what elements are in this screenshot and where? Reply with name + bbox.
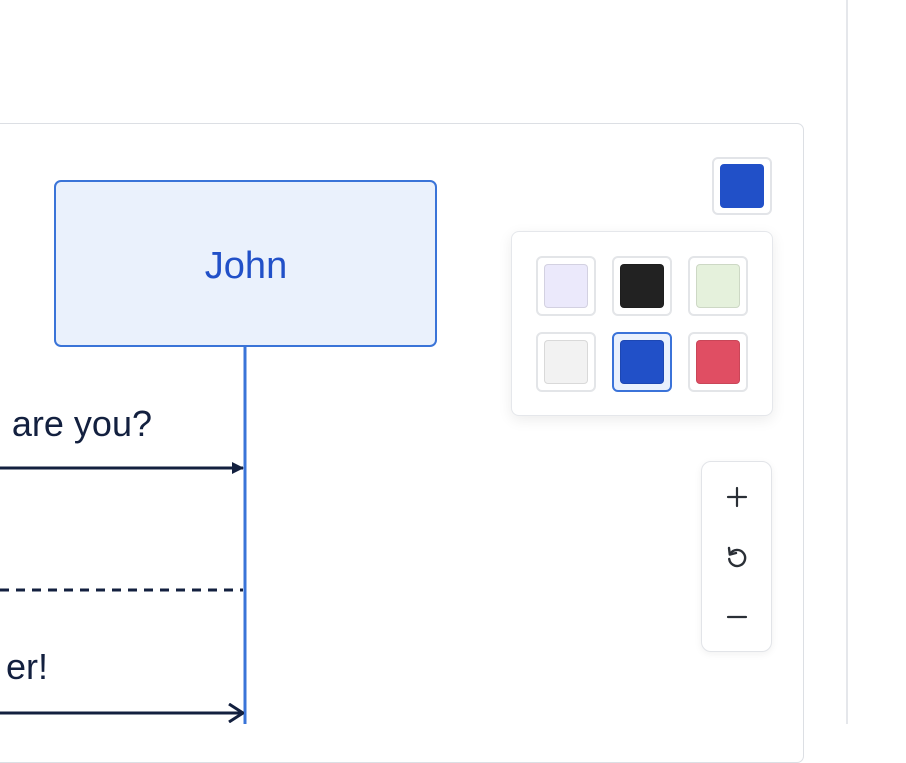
- color-palette: [511, 231, 773, 416]
- swatch-chip: [544, 340, 588, 384]
- reset-zoom-button[interactable]: [712, 532, 762, 582]
- current-color-chip: [720, 164, 764, 208]
- message-2-label: er!: [6, 646, 48, 687]
- message-1-label: are you?: [12, 403, 152, 444]
- zoom-controls: [701, 461, 772, 652]
- swatch-chip: [696, 264, 740, 308]
- rotate-ccw-icon: [727, 546, 747, 568]
- color-picker-button[interactable]: [712, 157, 772, 215]
- plus-icon: [726, 486, 748, 508]
- color-swatch-blue[interactable]: [612, 332, 672, 392]
- color-swatch-lavender[interactable]: [536, 256, 596, 316]
- actor-label: John: [205, 245, 287, 287]
- message-2: er!: [0, 646, 243, 713]
- color-swatch-light-green[interactable]: [688, 256, 748, 316]
- actor-john[interactable]: John: [54, 180, 437, 347]
- color-swatch-black[interactable]: [612, 256, 672, 316]
- color-swatch-light-gray[interactable]: [536, 332, 596, 392]
- swatch-chip: [620, 340, 664, 384]
- zoom-in-button[interactable]: [712, 472, 762, 522]
- zoom-out-button[interactable]: [712, 592, 762, 642]
- swatch-chip: [620, 264, 664, 308]
- minus-icon: [726, 615, 748, 619]
- swatch-chip: [544, 264, 588, 308]
- color-swatch-red[interactable]: [688, 332, 748, 392]
- message-1: are you?: [0, 403, 244, 474]
- swatch-chip: [696, 340, 740, 384]
